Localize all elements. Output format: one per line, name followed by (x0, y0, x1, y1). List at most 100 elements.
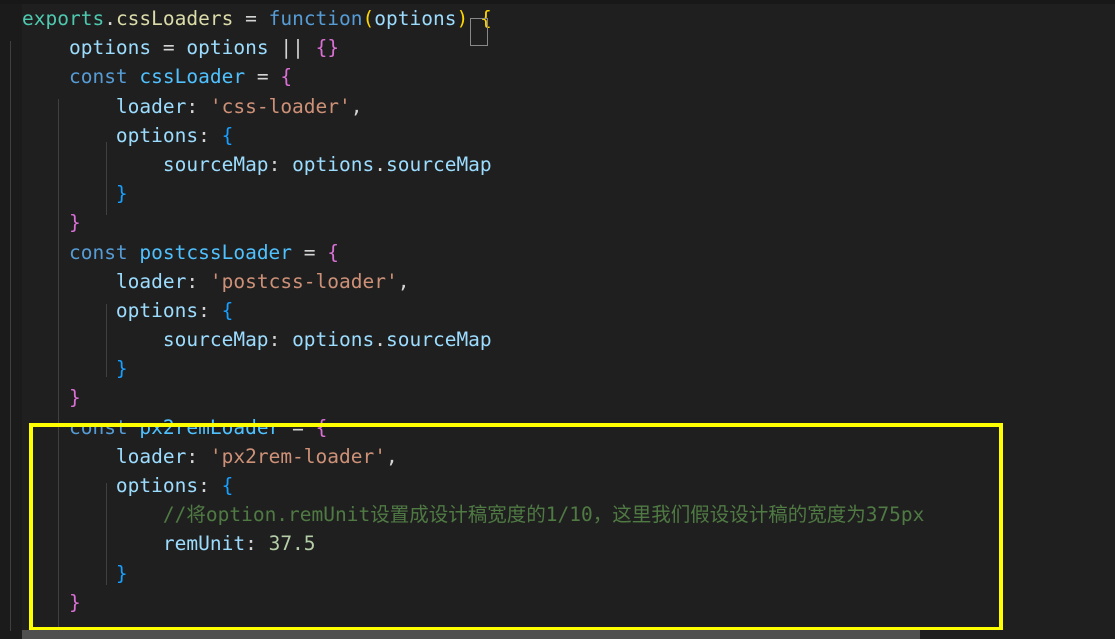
code-token: options (115, 298, 199, 322)
code-line[interactable]: //将option.remUnit设置成设计稿宽度的1/10，这里我们假设设计稿… (22, 500, 1115, 529)
code-editor-viewport: exports.cssLoaders = function(options) {… (0, 0, 1115, 639)
code-token: . (374, 328, 386, 352)
code-token: const (68, 415, 128, 439)
code-line[interactable]: } (22, 179, 1115, 208)
code-token: { (221, 123, 234, 147)
code-token: = (303, 240, 316, 264)
code-token: : (198, 123, 210, 147)
code-line[interactable]: const px2remLoader = { (22, 413, 1115, 442)
code-token: px2remLoader (139, 415, 281, 439)
code-token: postcssLoader (139, 240, 293, 264)
code-line[interactable]: loader: 'px2rem-loader', (22, 442, 1115, 471)
code-token: = (245, 7, 257, 30)
indent-guide (58, 245, 59, 421)
indent-guide (106, 142, 107, 215)
code-line[interactable]: loader: 'postcss-loader', (22, 267, 1115, 296)
indent-guide (106, 483, 107, 585)
code-token: cssLoaders (115, 7, 234, 30)
code-token: { (280, 65, 293, 89)
code-token: options (68, 36, 152, 60)
code-token: ( (362, 7, 375, 30)
code-token: options (374, 7, 457, 30)
code-token: : (186, 94, 199, 118)
code-line[interactable]: exports.cssLoaders = function(options) { (22, 4, 1115, 33)
code-line[interactable]: const cssLoader = { (22, 62, 1115, 91)
code-token: const (68, 65, 128, 89)
code-token: sourceMap (386, 328, 492, 352)
code-token: { (479, 7, 492, 30)
code-token: : (198, 474, 210, 497)
code-line[interactable]: options: { (22, 471, 1115, 500)
code-token: options (292, 328, 375, 352)
code-line[interactable]: loader: 'css-loader', (22, 92, 1115, 121)
code-line[interactable]: remUnit: 37.5 (22, 529, 1115, 558)
code-token: { (315, 36, 328, 60)
code-token: = (292, 415, 304, 439)
code-token: : (198, 298, 210, 322)
code-token: . (374, 152, 386, 176)
horizontal-scrollbar-track[interactable] (22, 630, 1115, 639)
code-line[interactable]: options: { (22, 121, 1115, 150)
indent-guide (106, 304, 107, 377)
code-token: cssLoader (139, 65, 246, 89)
code-line[interactable]: sourceMap: options.sourceMap (22, 325, 1115, 354)
code-token: { (221, 298, 234, 322)
code-token: 37.5 (268, 532, 316, 556)
code-token: options (292, 152, 375, 176)
code-line[interactable]: } (22, 354, 1115, 383)
code-surface[interactable]: exports.cssLoaders = function(options) {… (10, 4, 1115, 631)
indent-guide (58, 99, 59, 246)
code-token: : (186, 269, 199, 293)
code-line[interactable]: options: { (22, 296, 1115, 325)
code-line[interactable]: options = options || {} (22, 33, 1115, 62)
code-token: = (162, 36, 175, 60)
horizontal-scrollbar-thumb[interactable] (22, 630, 920, 639)
code-token: //将option.remUnit设置成设计稿宽度的1/10，这里我们假设设计稿… (162, 503, 925, 527)
code-token: const (68, 240, 128, 264)
code-line[interactable]: } (22, 588, 1115, 617)
code-token: } (68, 590, 81, 614)
code-line[interactable]: const postcssLoader = { (22, 238, 1115, 267)
code-token: : (186, 444, 199, 468)
code-token: options (115, 123, 199, 147)
code-line[interactable]: } (22, 559, 1115, 588)
code-token: sourceMap (162, 152, 269, 176)
code-line[interactable]: } (22, 208, 1115, 237)
code-token: loader (115, 269, 187, 293)
code-token: remUnit (162, 532, 246, 556)
code-token: function (268, 7, 363, 30)
code-line[interactable]: sourceMap: options.sourceMap (22, 150, 1115, 179)
code-line[interactable]: } (22, 383, 1115, 412)
code-lines: exports.cssLoaders = function(options) {… (22, 4, 1115, 617)
code-token: { (327, 240, 340, 264)
